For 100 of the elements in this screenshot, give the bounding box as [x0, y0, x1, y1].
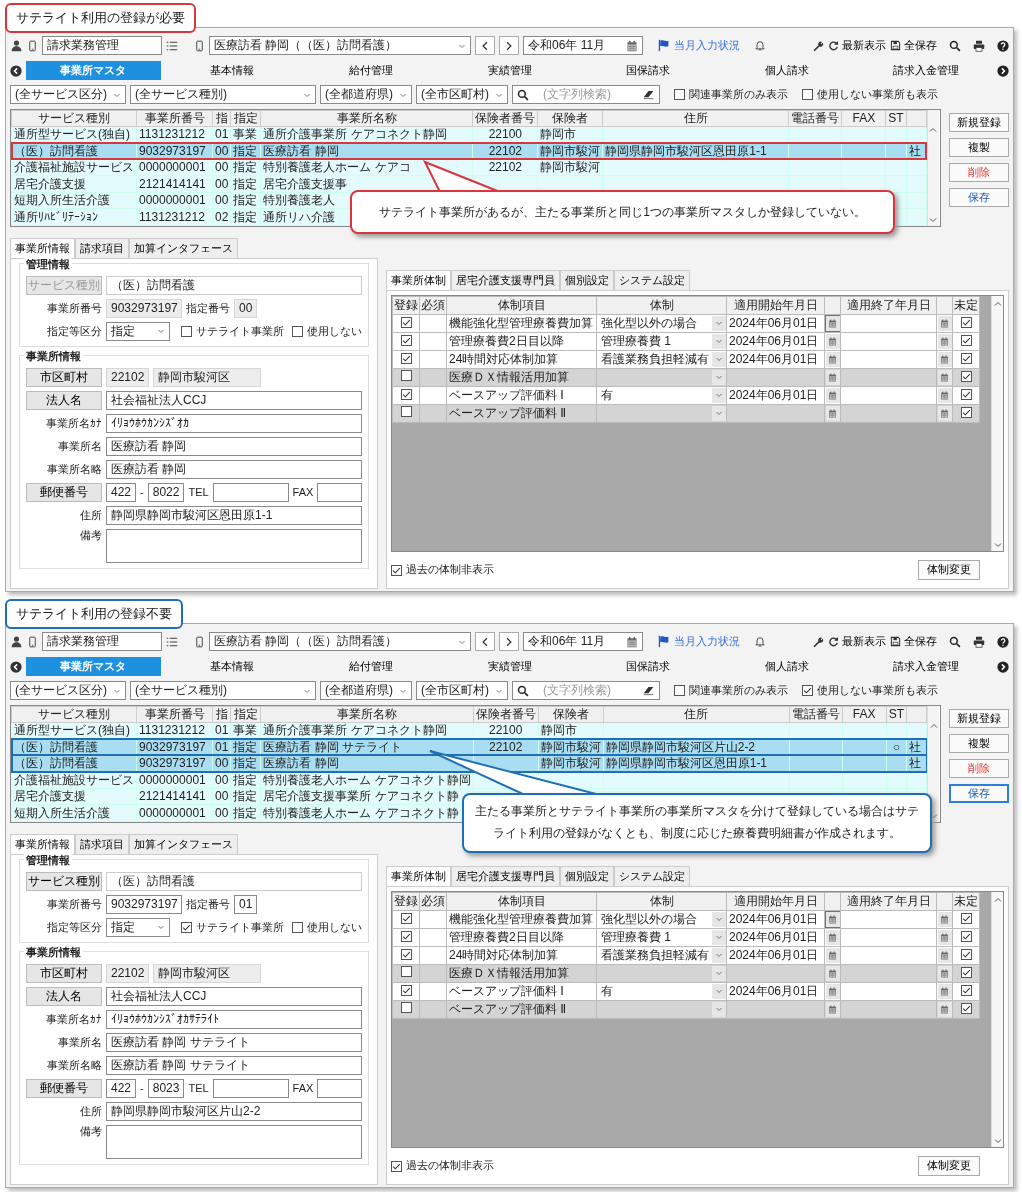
- month-field[interactable]: 令和06年 11月: [523, 36, 643, 56]
- checkbox[interactable]: [391, 1160, 402, 1172]
- setting-select[interactable]: 強化型以外の場合: [597, 315, 726, 332]
- checkbox[interactable]: [960, 913, 972, 925]
- checkbox[interactable]: [400, 389, 412, 401]
- calendar-button[interactable]: [937, 351, 952, 367]
- office-row[interactable]: （医）訪問看護 9032973197 00 指定 医療訪看 静岡 22102 静岡市駿河 静岡県静岡市駿河区恩田原1-1 社: [11, 142, 927, 160]
- filter-select[interactable]: (全サービス区分): [10, 85, 126, 105]
- calendar-button[interactable]: [937, 965, 952, 981]
- checkbox[interactable]: [400, 317, 412, 329]
- scroll-bar[interactable]: [927, 705, 940, 822]
- setting-select[interactable]: 看護業務負担軽減有: [597, 947, 726, 964]
- office-row[interactable]: （医）訪問看護 9032973197 01 指定 医療訪看 静岡 サテライト 22102 静岡市駿河 静岡県静岡市駿河区片山2-2 ○ 社: [11, 738, 927, 756]
- short-name-field[interactable]: 医療訪看 静岡 サテライト: [106, 1055, 362, 1075]
- print-icon[interactable]: [973, 635, 985, 648]
- calendar-button[interactable]: [825, 1001, 840, 1017]
- nav-tab[interactable]: 給付管理: [303, 657, 439, 677]
- office-row[interactable]: 通所型サービス(独自) 1131231212 01 事業 通所介護事業所 ケアコネクト静岡 22100 静岡市: [11, 126, 927, 143]
- checkbox[interactable]: [960, 985, 972, 997]
- corporation-button[interactable]: 法人名: [26, 390, 102, 410]
- calendar-button[interactable]: [937, 369, 952, 385]
- calendar-button[interactable]: [825, 369, 840, 385]
- eraser-icon[interactable]: [642, 685, 655, 697]
- checkbox[interactable]: [181, 921, 192, 933]
- calendar-button[interactable]: [825, 929, 840, 945]
- calendar-button[interactable]: [937, 911, 952, 927]
- checkbox[interactable]: [400, 931, 412, 943]
- designation-number-field[interactable]: 00: [234, 298, 258, 318]
- nav-tab[interactable]: 個人請求: [719, 61, 855, 81]
- checkbox[interactable]: [960, 949, 972, 961]
- nav-tab[interactable]: 請求入金管理: [858, 657, 994, 677]
- nav-tab[interactable]: 実績管理: [442, 657, 577, 677]
- calendar-button[interactable]: [937, 387, 952, 403]
- postal-code-button[interactable]: 郵便番号: [26, 1078, 102, 1098]
- checkbox[interactable]: [960, 353, 972, 365]
- mode-field[interactable]: 請求業務管理: [42, 36, 162, 56]
- checkbox[interactable]: [181, 325, 192, 337]
- setting-select[interactable]: 有: [597, 387, 726, 404]
- save-all-button[interactable]: 全保存: [890, 635, 937, 649]
- setting-select[interactable]: 管理療養費 1: [597, 333, 726, 350]
- refresh-button[interactable]: 最新表示: [828, 635, 886, 649]
- nav-tab[interactable]: 給付管理: [303, 61, 439, 81]
- checkbox[interactable]: [960, 317, 972, 329]
- address-field[interactable]: 静岡県静岡市駿河区片山2-2: [106, 1101, 362, 1121]
- bell-icon[interactable]: [754, 635, 766, 649]
- checkbox[interactable]: [400, 353, 412, 365]
- wrench-icon[interactable]: [812, 39, 824, 52]
- setting-select[interactable]: 強化型以外の場合: [597, 911, 726, 928]
- next-icon[interactable]: [997, 64, 1010, 77]
- note-field[interactable]: [106, 528, 362, 563]
- calendar-button[interactable]: [825, 405, 840, 421]
- nav-tab[interactable]: 国保請求: [580, 657, 716, 677]
- nav-tab[interactable]: 基本情報: [164, 657, 300, 677]
- checkbox[interactable]: [802, 89, 813, 101]
- city-button[interactable]: 市区町村: [26, 963, 102, 983]
- month-field[interactable]: 令和06年 11月: [523, 632, 643, 652]
- postal-code-field[interactable]: 422: [106, 1078, 137, 1098]
- corporation-field[interactable]: 社会福祉法人CCJ: [106, 390, 362, 410]
- service-type-button[interactable]: サービス種別: [26, 871, 102, 891]
- office-row[interactable]: 通所型サービス(独自) 1131231212 01 事業 通所介護事業所 ケアコネクト静岡 22100 静岡市: [11, 722, 927, 739]
- action-button[interactable]: 新規登録: [949, 708, 1009, 728]
- checkbox[interactable]: [400, 1002, 412, 1014]
- tab[interactable]: 事業所情報: [10, 237, 75, 258]
- calendar-button[interactable]: [937, 333, 952, 349]
- postal-code-button[interactable]: 郵便番号: [26, 482, 102, 502]
- office-select[interactable]: 医療訪看 静岡（（医）訪問看護）: [209, 36, 471, 56]
- tab[interactable]: 居宅介護支援専門員: [451, 269, 560, 290]
- checkbox[interactable]: [960, 389, 972, 401]
- fax-field[interactable]: [317, 482, 362, 502]
- print-icon[interactable]: [973, 39, 985, 52]
- checkbox[interactable]: [400, 370, 412, 382]
- checkbox[interactable]: [400, 985, 412, 997]
- filter-select[interactable]: (全市区町村): [416, 681, 508, 701]
- previous-button[interactable]: [475, 36, 495, 56]
- status-link[interactable]: 当月入力状況: [674, 39, 740, 53]
- filter-select[interactable]: (全サービス区分): [10, 681, 126, 701]
- checkbox[interactable]: [960, 335, 972, 347]
- filter-select[interactable]: (全市区町村): [416, 85, 508, 105]
- tab[interactable]: システム設定: [614, 865, 690, 886]
- next-icon[interactable]: [997, 660, 1010, 673]
- short-name-field[interactable]: 医療訪看 静岡: [106, 459, 362, 479]
- office-select[interactable]: 医療訪看 静岡（（医）訪問看護）: [209, 632, 471, 652]
- calendar-button[interactable]: [825, 333, 840, 349]
- checkbox[interactable]: [292, 325, 303, 337]
- status-link[interactable]: 当月入力状況: [674, 635, 740, 649]
- checkbox[interactable]: [674, 89, 685, 101]
- list-icon[interactable]: [166, 39, 178, 52]
- action-button[interactable]: 削除: [949, 162, 1009, 182]
- mobile-icon[interactable]: [27, 38, 38, 53]
- help-icon[interactable]: [997, 39, 1009, 52]
- setting-select[interactable]: 看護業務負担軽減有: [597, 351, 726, 368]
- checkbox[interactable]: [400, 966, 412, 978]
- postal-code-field[interactable]: 8023: [147, 1078, 185, 1098]
- search-icon[interactable]: [949, 635, 961, 648]
- calendar-button[interactable]: [825, 983, 840, 999]
- next-button[interactable]: [499, 36, 519, 56]
- filter-select[interactable]: (全サービス種別): [130, 85, 316, 105]
- nav-tab[interactable]: 基本情報: [164, 61, 300, 81]
- checkbox[interactable]: [400, 406, 412, 418]
- nav-tab[interactable]: 請求入金管理: [858, 61, 994, 81]
